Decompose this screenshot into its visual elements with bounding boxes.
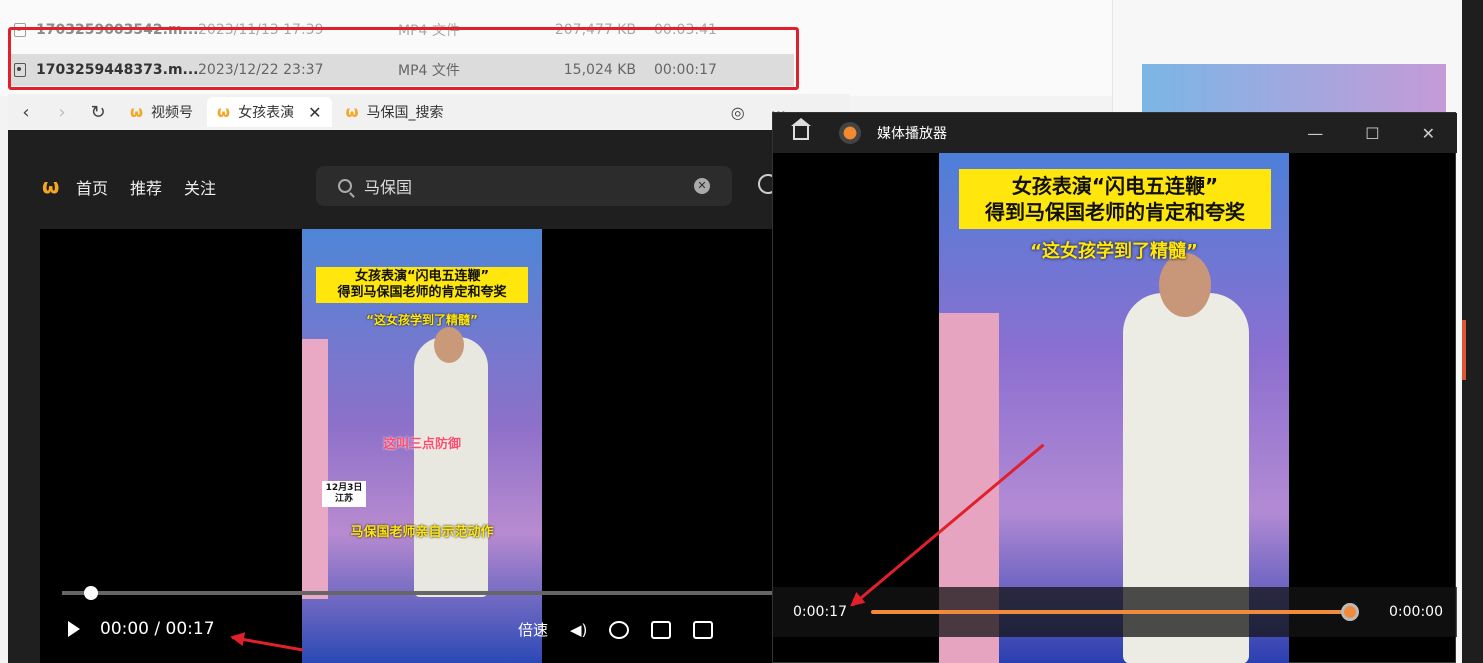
caption-line: 女孩表演“闪电五连鞭” <box>1011 174 1219 198</box>
channels-logo-icon: ω <box>345 103 359 121</box>
clear-search-icon[interactable]: ✕ <box>694 178 710 194</box>
web-video-player[interactable]: 女孩表演“闪电五连鞭” 得到马保国老师的肯定和夸奖 “这女孩学到了精髓” 这叫三… <box>40 229 850 663</box>
channels-logo-icon: ω <box>130 103 144 121</box>
video-progress-bar[interactable] <box>62 586 850 600</box>
tab-label: 女孩表演 <box>238 105 295 121</box>
close-icon[interactable]: ✕ <box>1422 124 1435 143</box>
search-input[interactable]: 马保国 ✕ <box>316 166 732 206</box>
settings-gear-icon[interactable] <box>609 620 630 639</box>
tab-label: 马保国_搜索 <box>366 105 444 121</box>
minimize-icon[interactable]: — <box>1307 124 1323 143</box>
date-badge: 12月3日 江苏 <box>322 481 366 507</box>
player-controls-right: 倍速 ◀) <box>518 619 714 640</box>
video-figure <box>302 339 328 599</box>
browser-window: ‹ › ↻ ω 视频号 ω 女孩表演 ✕ ω 马保国_搜索 ◎ ··· — ω … <box>8 94 850 663</box>
nav-home[interactable]: 首页 <box>76 175 108 199</box>
tab-label: 视频号 <box>151 105 194 121</box>
speed-button[interactable]: 倍速 <box>518 619 548 640</box>
video-quote: “这女孩学到了精髓” <box>1030 241 1198 262</box>
maximize-icon[interactable]: ☐ <box>1365 124 1379 143</box>
tab-channels[interactable]: ω 视频号 <box>120 97 203 127</box>
media-player-app-icon <box>839 122 861 144</box>
caption-line: 得到马保国老师的肯定和夸奖 <box>337 285 507 300</box>
video-subtitle: 这叫三点防御 <box>382 437 461 452</box>
date-line: 12月3日 <box>325 483 363 493</box>
video-caption: 女孩表演“闪电五连鞭” 得到马保国老师的肯定和夸奖 <box>959 169 1271 229</box>
seek-knob[interactable] <box>1341 603 1359 621</box>
video-figure <box>434 327 464 363</box>
globe-icon[interactable]: ◎ <box>731 103 745 122</box>
time-display: 00:00 / 00:17 <box>100 619 215 639</box>
nav-follow[interactable]: 关注 <box>184 175 216 199</box>
forward-icon[interactable]: › <box>44 102 80 123</box>
progress-knob[interactable] <box>84 586 98 600</box>
caption-line: 女孩表演“闪电五连鞭” <box>354 269 490 284</box>
tab-search[interactable]: ω 马保国_搜索 <box>336 97 454 127</box>
total-time: 0:00:00 <box>1389 604 1443 620</box>
file-explorer: 1703259003542.m... 2023/11/13 17:39 MP4 … <box>0 0 1462 663</box>
video-caption: 女孩表演“闪电五连鞭” 得到马保国老师的肯定和夸奖 <box>316 267 528 303</box>
tab-bar: ‹ › ↻ ω 视频号 ω 女孩表演 ✕ ω 马保国_搜索 ◎ ··· — <box>8 94 850 130</box>
video-frame: 女孩表演“闪电五连鞭” 得到马保国老师的肯定和夸奖 “这女孩学到了精髓” 这叫三… <box>302 229 542 663</box>
player-controls: 00:00 / 00:17 倍速 ◀) <box>40 609 850 649</box>
play-icon[interactable] <box>68 621 80 637</box>
media-player-titlebar: 媒体播放器 — ☐ ✕ <box>773 113 1457 153</box>
site-nav: 首页 推荐 关注 <box>76 175 216 199</box>
home-icon[interactable] <box>791 118 811 140</box>
app-title: 媒体播放器 <box>877 126 947 142</box>
back-icon[interactable]: ‹ <box>8 102 44 123</box>
video-subtitle: 马保国老师亲自示范动作 <box>350 525 494 540</box>
video-figure <box>414 337 488 597</box>
media-controls: 0:00:17 0:00:00 <box>773 587 1457 637</box>
search-value: 马保国 <box>364 178 413 197</box>
highlight-annotation-box <box>8 27 799 90</box>
media-player-window: 媒体播放器 — ☐ ✕ 女孩表演“闪电五连鞭” 得到马保国老师的肯定和夸奖 “这… <box>772 112 1457 663</box>
pip-icon[interactable] <box>651 620 672 639</box>
scroll-thumb[interactable] <box>1462 320 1466 380</box>
search-icon <box>338 179 352 193</box>
location-line: 江苏 <box>334 494 353 504</box>
nav-recommend[interactable]: 推荐 <box>130 175 162 199</box>
volume-icon[interactable]: ◀) <box>570 621 587 639</box>
close-tab-icon[interactable]: ✕ <box>308 103 321 122</box>
tab-video[interactable]: ω 女孩表演 ✕ <box>207 97 332 127</box>
refresh-icon[interactable]: ↻ <box>80 102 116 123</box>
window-controls: — ☐ ✕ <box>1307 124 1457 143</box>
site-header: ω 首页 推荐 关注 马保国 ✕ <box>8 130 850 230</box>
site-logo-icon[interactable]: ω <box>42 174 59 198</box>
video-quote: “这女孩学到了精髓” <box>366 313 478 327</box>
theater-mode-icon[interactable] <box>693 620 714 639</box>
caption-line: 得到马保国老师的肯定和夸奖 <box>985 200 1245 224</box>
channels-logo-icon: ω <box>217 103 231 121</box>
seek-bar[interactable] <box>871 603 1359 621</box>
right-edge-scrollbar[interactable] <box>1462 0 1483 663</box>
